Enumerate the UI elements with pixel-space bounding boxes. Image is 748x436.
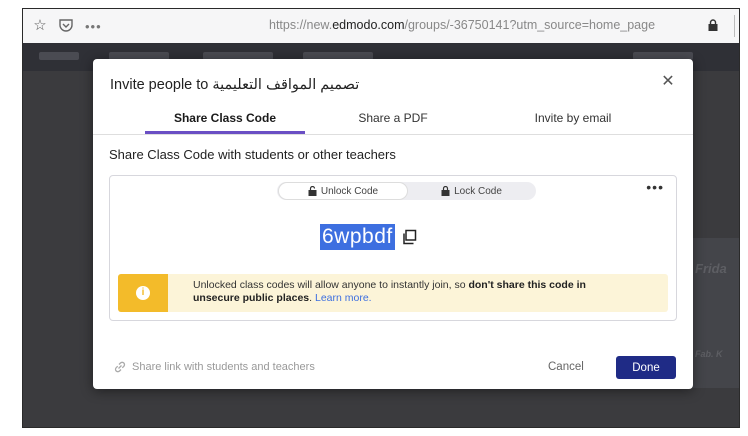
close-icon[interactable]: ✕ (661, 74, 675, 90)
more-options-icon[interactable]: ••• (646, 179, 664, 195)
warning-text: Unlocked class codes will allow anyone t… (193, 279, 613, 305)
modal-title-group: تصميم المواقف التعليمية (212, 77, 360, 93)
modal-title: Invite people to تصميم المواقف التعليمية (110, 77, 359, 93)
tab-invite-by-email[interactable]: Invite by email (493, 111, 653, 125)
url-prefix: https://new. (269, 18, 333, 32)
lock-icon (441, 186, 450, 196)
page-actions-icon[interactable]: ••• (85, 19, 102, 34)
unlocked-code-warning: i Unlocked class codes will allow anyone… (118, 274, 668, 312)
class-code-text[interactable]: 6wpbdf (320, 224, 395, 250)
lock-icon (708, 19, 718, 31)
browser-toolbar: ☆ ••• https://new.edmodo.com/groups/-367… (23, 9, 739, 44)
share-link-label: Share link with students and teachers (132, 361, 315, 373)
class-code-display: 6wpbdf (320, 224, 417, 250)
tab-share-pdf[interactable]: Share a PDF (323, 111, 463, 125)
share-code-subheading: Share Class Code with students or other … (109, 147, 396, 162)
cancel-button[interactable]: Cancel (548, 361, 584, 373)
invite-modal: Invite people to تصميم المواقف التعليمية… (93, 59, 693, 389)
address-bar[interactable]: https://new.edmodo.com/groups/-36750141?… (269, 18, 655, 32)
warning-text-plain: Unlocked class codes will allow anyone t… (193, 279, 469, 291)
unlock-code-button[interactable]: Unlock Code (279, 183, 407, 199)
copy-icon[interactable] (401, 229, 417, 245)
url-suffix: /groups/-36750141?utm_source=home_page (404, 18, 656, 32)
toolbar-divider (734, 15, 735, 37)
link-icon (114, 361, 126, 373)
share-link-button[interactable]: Share link with students and teachers (113, 361, 315, 373)
screenshot-frame: ☆ ••• https://new.edmodo.com/groups/-367… (22, 8, 740, 428)
learn-more-link[interactable]: Learn more. (315, 292, 372, 304)
class-code-card: Unlock Code Lock Code ••• 6wpbdf i Unloc… (109, 175, 677, 321)
tab-divider (93, 134, 693, 135)
modal-tabs: Share Class Code Share a PDF Invite by e… (93, 101, 693, 135)
side-panel-label-2: Fab. K (695, 349, 723, 359)
info-icon: i (136, 286, 150, 300)
unlock-icon (308, 186, 317, 196)
unlock-code-label: Unlock Code (320, 185, 379, 197)
url-domain: edmodo.com (332, 18, 405, 32)
star-bookmark-icon[interactable]: ☆ (31, 17, 49, 35)
lock-code-button[interactable]: Lock Code (409, 183, 534, 199)
tab-share-class-code[interactable]: Share Class Code (145, 111, 305, 125)
lock-code-label: Lock Code (454, 185, 502, 197)
done-button[interactable]: Done (616, 356, 676, 379)
pocket-icon[interactable] (57, 17, 75, 35)
modal-title-prefix: Invite people to (110, 77, 209, 93)
code-lock-toggle: Unlock Code Lock Code (277, 182, 536, 200)
warning-icon-panel: i (118, 274, 168, 312)
side-panel-label: Frida (695, 261, 727, 276)
